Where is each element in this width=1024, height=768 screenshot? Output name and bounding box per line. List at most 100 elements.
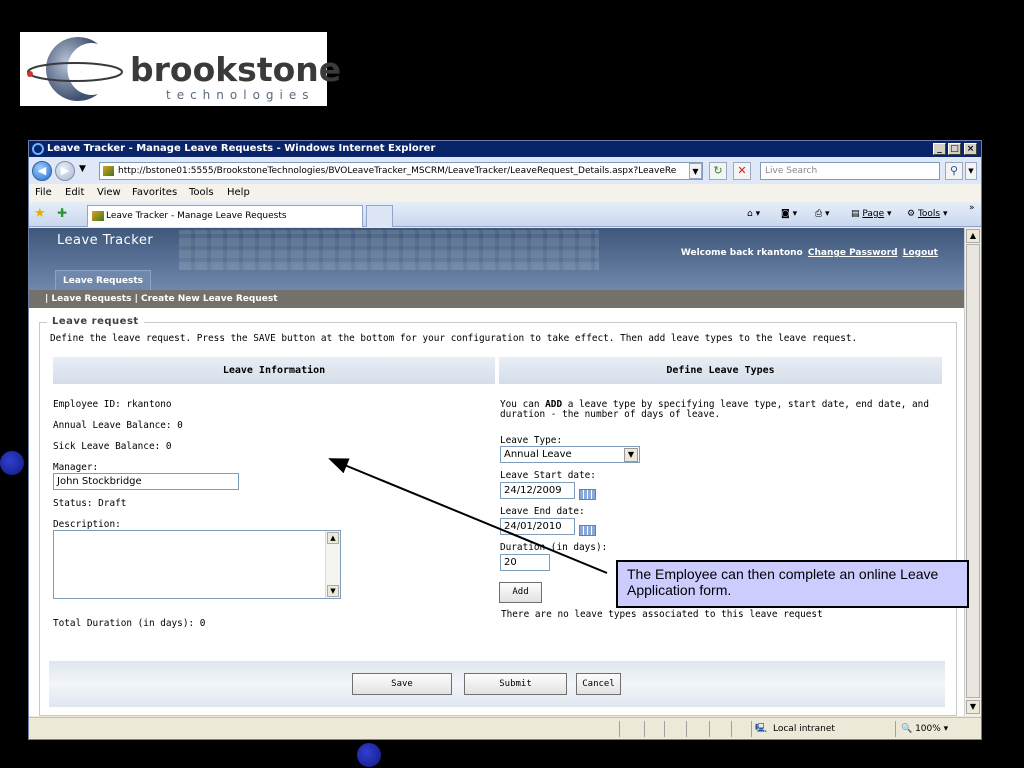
scroll-thumb[interactable] (966, 244, 980, 698)
chevron-more-icon[interactable]: » (969, 196, 975, 221)
add-button[interactable]: Add (499, 582, 542, 603)
logo-wordmark: brookstone (130, 50, 342, 89)
zoom-level: 100% (915, 724, 941, 734)
status-divider (895, 721, 896, 737)
change-password-link[interactable]: Change Password (808, 248, 898, 258)
search-input[interactable]: Live Search (760, 162, 940, 180)
sub-navigation[interactable]: | Leave Requests | Create New Leave Requ… (29, 290, 964, 308)
leave-type-label: Leave Type: (500, 435, 563, 446)
status-text: Status: Draft (53, 498, 127, 509)
calendar-icon[interactable] (579, 489, 596, 500)
logo-swoosh-icon (27, 37, 123, 101)
status-bar: 🖳 Local intranet 🔍 100% ▾ (29, 717, 981, 739)
print-icon[interactable]: ⎙ ▾ (815, 202, 830, 227)
end-date-field[interactable]: 24/01/2010 (500, 518, 575, 535)
subnav-links[interactable]: | Leave Requests | Create New Leave Requ… (45, 294, 278, 304)
search-options-icon[interactable]: ▼ (965, 162, 977, 180)
tab-label: Leave Requests (63, 276, 144, 286)
page-menu[interactable]: ▤ Page ▾ (851, 202, 892, 227)
status-divider (664, 721, 665, 737)
start-date-field[interactable]: 24/12/2009 (500, 482, 575, 499)
save-button[interactable]: Save (352, 673, 452, 695)
scroll-up-icon[interactable]: ▲ (966, 229, 980, 243)
tools-menu[interactable]: ⚙ Tools ▾ (907, 202, 948, 227)
url-input[interactable]: http://bstone01:5555/BrookstoneTechnolog… (99, 162, 703, 180)
home-icon[interactable]: ⌂ ▾ (747, 202, 760, 227)
url-dropdown-icon[interactable]: ▼ (689, 163, 702, 179)
status-divider (731, 721, 732, 737)
callout-text: The Employee can then complete an online… (627, 566, 939, 598)
total-duration: Total Duration (in days): 0 (53, 618, 206, 629)
history-dropdown-icon[interactable]: ▼ (79, 164, 86, 174)
browser-window: Leave Tracker - Manage Leave Requests - … (28, 140, 982, 740)
scroll-down-icon[interactable]: ▼ (966, 700, 980, 714)
scroll-up-icon[interactable]: ▲ (327, 532, 339, 544)
cancel-button[interactable]: Cancel (576, 673, 621, 695)
menu-tools[interactable]: Tools (189, 184, 214, 202)
minimize-button[interactable]: _ (933, 143, 946, 155)
right-intro-line2: duration - the number of days of leave. (500, 409, 721, 420)
callout-box: The Employee can then complete an online… (616, 560, 969, 608)
favorites-star-icon[interactable]: ★ (34, 206, 46, 221)
title-bar: Leave Tracker - Manage Leave Requests - … (29, 141, 981, 157)
no-leave-types-message: There are no leave types associated to t… (501, 609, 823, 620)
employee-id: Employee ID: rkantono (53, 399, 172, 410)
search-icon[interactable]: ⚲ (945, 162, 963, 180)
manager-field[interactable]: John Stockbridge (53, 473, 239, 490)
add-favorite-icon[interactable]: ✚ (57, 206, 67, 220)
status-divider (644, 721, 645, 737)
decorative-dot (357, 743, 381, 767)
logout-link[interactable]: Logout (903, 248, 938, 258)
menu-favorites[interactable]: Favorites (132, 184, 177, 202)
browser-tab[interactable]: Leave Tracker - Manage Leave Requests (87, 205, 363, 227)
close-button[interactable]: × (964, 143, 977, 155)
stop-icon[interactable]: ✕ (733, 162, 751, 180)
scroll-down-icon[interactable]: ▼ (327, 585, 339, 597)
feeds-icon[interactable]: ◙ ▾ (781, 202, 797, 227)
app-header: Leave Tracker Welcome back rkantono Chan… (29, 228, 964, 290)
menu-help[interactable]: Help (227, 184, 250, 202)
status-divider (709, 721, 710, 737)
forward-icon[interactable]: ▶ (55, 161, 75, 181)
menu-edit[interactable]: Edit (65, 184, 84, 202)
refresh-icon[interactable]: ↻ (709, 162, 727, 180)
menu-view[interactable]: View (97, 184, 121, 202)
tab-leave-requests[interactable]: Leave Requests (55, 270, 151, 290)
duration-value: 20 (504, 557, 517, 568)
status-divider (686, 721, 687, 737)
textarea-scrollbar[interactable]: ▲ ▼ (325, 531, 340, 598)
chevron-down-icon[interactable]: ▼ (624, 448, 638, 462)
manager-value: John Stockbridge (57, 476, 142, 487)
zoom-control[interactable]: 🔍 100% ▾ (901, 718, 948, 740)
decorative-dot (0, 451, 24, 475)
app-title: Leave Tracker (57, 233, 154, 248)
welcome-area: Welcome back rkantono Change Password Lo… (681, 248, 938, 258)
submit-button[interactable]: Submit (464, 673, 567, 695)
end-date-label: Leave End date: (500, 506, 585, 517)
duration-label: Duration (in days): (500, 542, 608, 553)
url-text: http://bstone01:5555/BrookstoneTechnolog… (118, 166, 677, 176)
duration-field[interactable]: 20 (500, 554, 550, 571)
brookstone-logo: brookstone technologies (20, 32, 341, 106)
new-tab-button[interactable] (366, 205, 393, 227)
intranet-icon: 🖳 (755, 724, 768, 734)
description-textarea[interactable]: ▲ ▼ (53, 530, 341, 599)
leave-type-select[interactable]: Annual Leave ▼ (500, 446, 640, 463)
leave-type-value: Annual Leave (504, 449, 572, 460)
tab-bar: ★ ✚ Leave Tracker - Manage Leave Request… (29, 202, 981, 227)
description-label: Description: (53, 519, 121, 530)
calendar-icon[interactable] (579, 525, 596, 536)
tab-label: Leave Tracker - Manage Leave Requests (106, 211, 287, 221)
menu-file[interactable]: File (35, 184, 52, 202)
end-date-value: 24/01/2010 (504, 521, 562, 532)
page-icon (103, 166, 114, 176)
back-icon[interactable]: ◀ (32, 161, 52, 181)
menu-bar: File Edit View Favorites Tools Help (29, 184, 981, 202)
welcome-text: Welcome back rkantono (680, 248, 803, 258)
zone-text: Local intranet (773, 724, 835, 734)
maximize-button[interactable]: □ (948, 143, 961, 155)
window-title: Leave Tracker - Manage Leave Requests - … (47, 143, 436, 154)
page-scrollbar[interactable]: ▲ ▼ (964, 228, 981, 716)
define-leave-types-header: Define Leave Types (499, 357, 942, 384)
annual-leave-balance: Annual Leave Balance: 0 (53, 420, 183, 431)
